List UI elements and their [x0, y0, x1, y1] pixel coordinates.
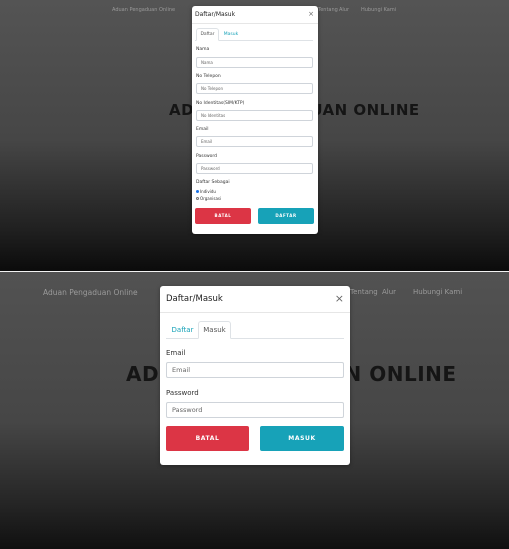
navbar-brand[interactable]: Aduan Pengaduan Online — [112, 7, 175, 13]
nav-link-hubungi-kami[interactable]: Hubungi Kami — [413, 288, 462, 296]
auth-modal: Daftar/Masuk × Daftar Masuk Nama No Tele… — [192, 6, 318, 234]
close-icon[interactable]: × — [308, 10, 314, 18]
modal-title: Daftar/Masuk — [166, 294, 223, 304]
password-input[interactable] — [166, 402, 344, 418]
tab-masuk[interactable]: Masuk — [198, 321, 231, 339]
nav-link-hubungi-kami[interactable]: Hubungi Kami — [361, 7, 396, 13]
tab-daftar[interactable]: Daftar — [167, 321, 198, 339]
nama-input[interactable] — [196, 57, 313, 68]
cancel-button[interactable]: BATAL — [166, 426, 249, 451]
email-input[interactable] — [166, 362, 344, 378]
field-label-password: Password — [196, 154, 218, 159]
field-label-no-identitas: No Identitas(SIM/KTP) — [196, 101, 245, 106]
register-button[interactable]: DAFTAR — [258, 208, 314, 224]
no-telepon-input[interactable] — [196, 83, 313, 94]
nav-link-tentang[interactable]: Tentang — [318, 7, 338, 13]
radio-selected-icon[interactable] — [196, 190, 199, 193]
auth-tabs: Daftar Masuk — [195, 28, 313, 41]
field-label-no-telepon: No Telepon — [196, 74, 221, 79]
login-button[interactable]: MASUK — [260, 426, 344, 451]
login-view-screenshot: Aduan Pengaduan Online Tentang Alur Hubu… — [0, 272, 509, 549]
nav-link-alur[interactable]: Alur — [339, 7, 349, 13]
nav-link-tentang[interactable]: Tentang — [350, 288, 378, 296]
radio-option-organisasi[interactable]: Organisasi — [196, 196, 221, 201]
modal-header: Daftar/Masuk × — [192, 6, 318, 24]
register-as-label: Daftar Sebagai — [196, 180, 230, 185]
email-input[interactable] — [196, 136, 313, 147]
radio-label-organisasi: Organisasi — [200, 196, 222, 201]
tab-masuk[interactable]: Masuk — [220, 28, 242, 41]
modal-title: Daftar/Masuk — [195, 11, 236, 18]
password-input[interactable] — [196, 163, 313, 174]
radio-label-individu: Individu — [200, 189, 216, 194]
modal-header: Daftar/Masuk × — [160, 286, 350, 313]
tab-daftar[interactable]: Daftar — [196, 28, 219, 41]
register-view-screenshot: Aduan Pengaduan Online Tentang Alur Hubu… — [0, 0, 509, 271]
radio-option-individu[interactable]: Individu — [196, 189, 216, 194]
field-label-email: Email — [196, 127, 209, 132]
field-label-password: Password — [166, 389, 199, 397]
navbar-brand[interactable]: Aduan Pengaduan Online — [43, 288, 138, 297]
field-label-email: Email — [166, 349, 186, 357]
close-icon[interactable]: × — [335, 292, 344, 305]
auth-tabs: Daftar Masuk — [166, 321, 344, 339]
no-identitas-input[interactable] — [196, 110, 313, 121]
radio-unselected-icon[interactable] — [196, 197, 199, 200]
auth-modal: Daftar/Masuk × Daftar Masuk Email Passwo… — [160, 286, 350, 465]
nav-link-alur[interactable]: Alur — [382, 288, 396, 296]
cancel-button[interactable]: BATAL — [195, 208, 251, 224]
field-label-nama: Nama — [196, 47, 210, 52]
